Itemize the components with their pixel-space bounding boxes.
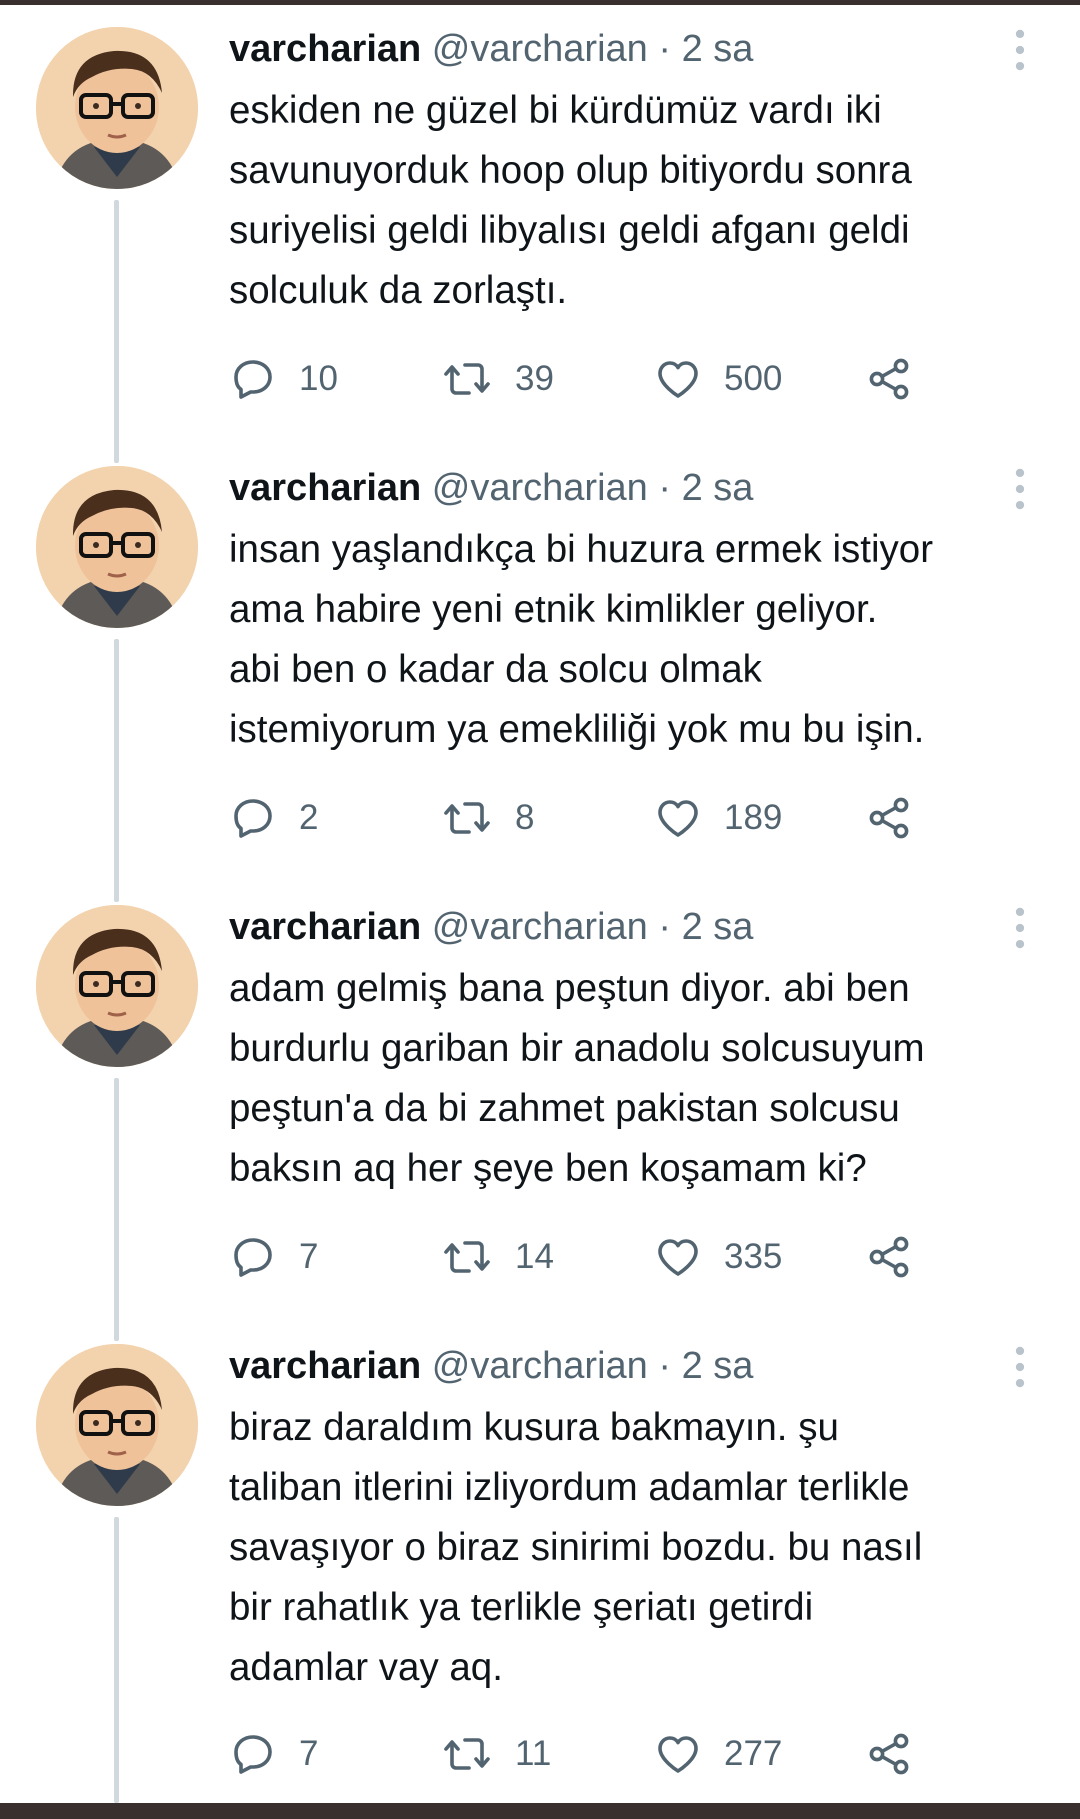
user-handle[interactable]: @varcharian: [432, 28, 648, 70]
tweet-text: adam gelmiş bana peştun diyor. abi ben b…: [229, 967, 925, 1190]
tweet-header: varcharian @varcharian · 2 sa: [229, 23, 753, 75]
separator-dot: ·: [658, 28, 672, 70]
retweet-count: 8: [515, 798, 535, 837]
reply-count: 10: [299, 359, 338, 398]
like-count: 500: [724, 359, 783, 398]
retweet-icon: [441, 1730, 493, 1778]
retweet-count: 11: [515, 1734, 552, 1773]
user-handle[interactable]: @varcharian: [432, 1345, 648, 1387]
separator-dot: ·: [658, 1345, 672, 1387]
like-count: 189: [724, 798, 783, 837]
timestamp[interactable]: 2 sa: [682, 1345, 754, 1387]
share-icon: [865, 1233, 913, 1281]
timestamp[interactable]: 2 sa: [682, 906, 754, 948]
separator-dot: ·: [658, 467, 672, 509]
action-bar: 7 11 277: [229, 1724, 1049, 1784]
retweet-button[interactable]: 8: [441, 788, 534, 848]
avatar[interactable]: [36, 1344, 198, 1506]
reply-button[interactable]: 10: [229, 349, 338, 409]
tweet-header: varcharian @varcharian · 2 sa: [229, 901, 753, 953]
reply-icon: [229, 1233, 277, 1281]
action-bar: 10 39 500: [229, 349, 1049, 409]
retweet-icon: [441, 355, 493, 403]
reply-count: 7: [299, 1237, 319, 1276]
like-button[interactable]: 277: [654, 1724, 782, 1784]
heart-icon: [654, 1730, 702, 1778]
like-button[interactable]: 189: [654, 788, 782, 848]
tweet-text: insan yaşlandıkça bi huzura ermek istiyo…: [229, 528, 934, 751]
reply-icon: [229, 355, 277, 403]
action-bar: 7 14 335: [229, 1227, 1049, 1287]
display-name[interactable]: varcharian: [229, 467, 421, 509]
separator-dot: ·: [658, 906, 672, 948]
more-options-icon[interactable]: [1002, 466, 1038, 512]
heart-icon: [654, 794, 702, 842]
like-count: 335: [724, 1237, 783, 1276]
heart-icon: [654, 1233, 702, 1281]
reply-count: 2: [299, 798, 319, 837]
user-handle[interactable]: @varcharian: [432, 906, 648, 948]
display-name[interactable]: varcharian: [229, 28, 421, 70]
reply-icon: [229, 1730, 277, 1778]
reply-button[interactable]: 2: [229, 788, 318, 848]
more-options-icon[interactable]: [1002, 905, 1038, 951]
retweet-button[interactable]: 39: [441, 349, 554, 409]
tweet[interactable]: varcharian @varcharian · 2 sa insan yaşl…: [0, 444, 1080, 884]
avatar[interactable]: [36, 466, 198, 628]
tweet-text: biraz daraldım kusura bakmayın. şu talib…: [229, 1406, 923, 1689]
share-icon: [865, 794, 913, 842]
like-button[interactable]: 335: [654, 1227, 782, 1287]
share-button[interactable]: [865, 788, 913, 848]
timestamp[interactable]: 2 sa: [682, 28, 754, 70]
avatar[interactable]: [36, 905, 198, 1067]
share-button[interactable]: [865, 349, 913, 409]
retweet-count: 39: [515, 359, 554, 398]
display-name[interactable]: varcharian: [229, 906, 421, 948]
share-button[interactable]: [865, 1227, 913, 1287]
thread-timeline: varcharian @varcharian · 2 sa eskiden ne…: [0, 5, 1080, 1803]
retweet-icon: [441, 794, 493, 842]
display-name[interactable]: varcharian: [229, 1345, 421, 1387]
share-icon: [865, 355, 913, 403]
more-options-icon[interactable]: [1002, 1344, 1038, 1390]
avatar[interactable]: [36, 27, 198, 189]
reply-button[interactable]: 7: [229, 1227, 318, 1287]
action-bar: 2 8 189: [229, 788, 1049, 848]
tweet[interactable]: varcharian @varcharian · 2 sa adam gelmi…: [0, 883, 1080, 1323]
reply-button[interactable]: 7: [229, 1724, 318, 1784]
like-count: 277: [724, 1734, 783, 1773]
more-options-icon[interactable]: [1002, 27, 1038, 73]
tweet[interactable]: varcharian @varcharian · 2 sa eskiden ne…: [0, 5, 1080, 445]
retweet-button[interactable]: 14: [441, 1227, 554, 1287]
user-handle[interactable]: @varcharian: [432, 467, 648, 509]
share-button[interactable]: [865, 1724, 913, 1784]
timestamp[interactable]: 2 sa: [682, 467, 754, 509]
retweet-button[interactable]: 11: [441, 1724, 551, 1784]
tweet-header: varcharian @varcharian · 2 sa: [229, 462, 753, 514]
tweet-text: eskiden ne güzel bi kürdümüz vardı iki s…: [229, 89, 912, 312]
retweet-count: 14: [515, 1237, 554, 1276]
heart-icon: [654, 355, 702, 403]
retweet-icon: [441, 1233, 493, 1281]
reply-count: 7: [299, 1734, 319, 1773]
tweet-header: varcharian @varcharian · 2 sa: [229, 1340, 753, 1392]
tweet[interactable]: varcharian @varcharian · 2 sa biraz dara…: [0, 1322, 1080, 1803]
like-button[interactable]: 500: [654, 349, 782, 409]
reply-icon: [229, 794, 277, 842]
share-icon: [865, 1730, 913, 1778]
